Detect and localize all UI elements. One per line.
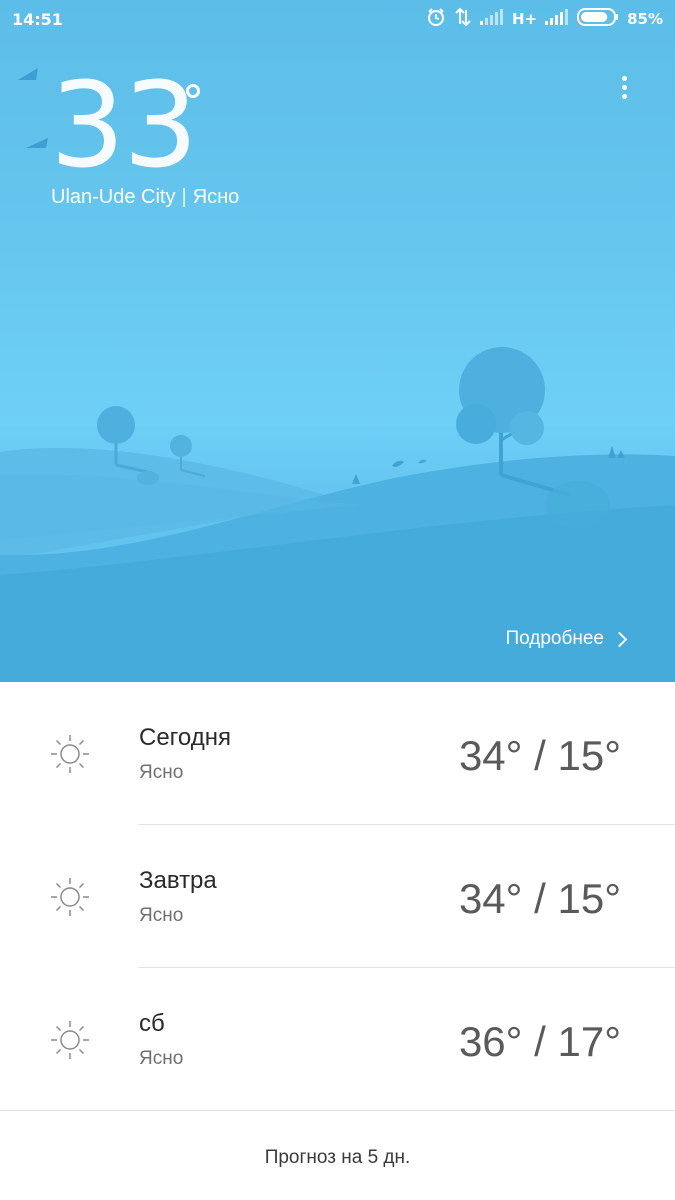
forecast-row[interactable]: Завтра Ясно 34° / 15°: [0, 825, 675, 968]
forecast-row[interactable]: сб Ясно 36° / 17°: [0, 968, 675, 1111]
current-temperature: 33: [50, 56, 198, 194]
sun-icon: [51, 878, 89, 916]
weather-hero: 14:51 H+ 85% 33 Ulan-Ude City | Ясно Под…: [0, 0, 675, 682]
status-icons: H+ 85%: [426, 7, 663, 31]
forecast-row[interactable]: Сегодня Ясно 34° / 15°: [0, 682, 675, 825]
forecast-temp-range: 36° / 17°: [458, 1018, 621, 1065]
current-condition: Ясно: [192, 186, 240, 208]
forecast-day: сб: [139, 1010, 165, 1037]
forecast-list: Сегодня Ясно 34° / 15° Завтра Ясно 34° /…: [0, 682, 675, 1111]
sun-icon: [51, 1021, 89, 1059]
signal-weak-icon: [479, 9, 504, 29]
details-label: Подробнее: [505, 628, 604, 649]
city-name[interactable]: Ulan-Ude City: [51, 186, 175, 208]
sun-icon: [51, 735, 89, 773]
status-bar: 14:51 H+ 85%: [0, 0, 675, 38]
status-time: 14:51: [12, 10, 63, 29]
details-link[interactable]: Подробнее: [505, 628, 628, 650]
forecast-temp-range: 34° / 15°: [458, 875, 621, 922]
divider: [0, 1110, 675, 1111]
forecast-condition: Ясно: [139, 905, 184, 926]
degree-symbol: [186, 84, 200, 98]
chevron-right-icon: [611, 631, 628, 647]
battery-icon: [577, 8, 619, 30]
alarm-icon: [426, 7, 446, 31]
forecast-day: Сегодня: [139, 724, 231, 751]
battery-percent: 85%: [627, 10, 663, 28]
forecast-condition: Ясно: [139, 1048, 184, 1069]
signal-icon: [545, 9, 569, 29]
forecast-temp-range: 34° / 15°: [458, 732, 621, 779]
five-day-forecast-link[interactable]: Прогноз на 5 дн.: [0, 1147, 675, 1169]
location-condition: Ulan-Ude City | Ясно: [51, 186, 239, 209]
forecast-condition: Ясно: [139, 762, 184, 783]
more-options-icon[interactable]: [617, 76, 631, 106]
forecast-day: Завтра: [139, 867, 217, 894]
network-type: H+: [511, 10, 538, 28]
data-transfer-icon: [454, 7, 472, 31]
location-separator: |: [181, 186, 187, 208]
